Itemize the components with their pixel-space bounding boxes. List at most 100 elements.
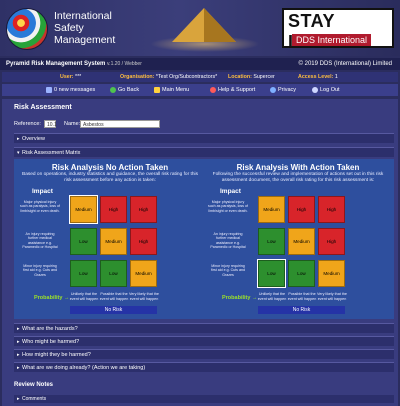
go-back-label: Go Back <box>118 87 140 93</box>
brand-line-3: Management <box>54 34 116 46</box>
chevron-right-icon: ▸ <box>17 326 20 332</box>
hazards-accordion[interactable]: ▸ What are the hazards? <box>14 323 394 333</box>
how-harmed-label: How might they be harmed? <box>22 352 91 358</box>
messages-link[interactable]: 0 new messages <box>46 84 95 96</box>
comments-accordion[interactable]: ▸ Comments <box>14 395 394 403</box>
row-label-minor: Minor injury requiring first aid e.g. Cu… <box>211 264 245 277</box>
matrix-cell-medium: Medium <box>288 228 315 255</box>
matrix-cell-low: Low <box>288 260 315 287</box>
user-field: User: *** <box>60 72 81 82</box>
envelope-icon <box>46 87 52 93</box>
help-support-label: Help & Support <box>218 87 256 93</box>
risk-matrix-accordion[interactable]: ▾ Risk Assessment Matrix <box>14 147 394 157</box>
chevron-right-icon: ▸ <box>17 136 20 142</box>
system-bar: Pyramid Risk Management System v.1.20 / … <box>0 58 400 70</box>
header-banner: International Safety Management STAY LEG… <box>0 0 400 56</box>
matrix-cell-high: High <box>318 228 345 255</box>
copyright-text: © 2019 DDS (International) Limited <box>298 61 392 67</box>
chevron-right-icon: ▸ <box>17 396 20 402</box>
reference-label: Reference: <box>14 121 41 127</box>
shield-icon <box>270 87 276 93</box>
matrix-cell-low: Low <box>70 228 97 255</box>
location-value: Supercer <box>253 74 275 80</box>
overview-label: Overview <box>22 136 45 142</box>
with-action-description: Following the successful review and impl… <box>212 172 384 183</box>
help-support-button[interactable]: Help & Support <box>210 84 255 96</box>
actions-accordion[interactable]: ▸ What are we doing already? (Action we a… <box>14 362 394 372</box>
matrix-cell-high: High <box>100 196 127 223</box>
chevron-down-icon: ▾ <box>17 150 20 156</box>
back-arrow-icon <box>110 87 116 93</box>
col-label-possible: Possible that the event will happen <box>287 292 317 301</box>
overview-accordion[interactable]: ▸ Overview <box>14 133 394 143</box>
main-menu-button[interactable]: Main Menu <box>154 84 189 96</box>
review-notes-title: Review Notes <box>14 382 54 388</box>
who-harmed-label: Who might be harmed? <box>22 339 80 345</box>
logout-icon <box>312 87 318 93</box>
go-back-button[interactable]: Go Back <box>110 84 139 96</box>
row-label-minor: Minor injury requiring first aid e.g. Cu… <box>23 264 57 277</box>
col-label-very-likely: Very likely that the event will happen <box>317 292 347 301</box>
system-name: Pyramid Risk Management System <box>6 61 106 67</box>
brand-title: International Safety Management <box>54 10 115 46</box>
row-label-moderate: An injury requiring further medical assi… <box>22 232 58 249</box>
how-harmed-accordion[interactable]: ▸ How might they be harmed? <box>14 349 394 359</box>
organisation-field: Organisation: *Test Org/Subcontractors* <box>120 72 217 82</box>
privacy-label: Privacy <box>278 87 297 93</box>
stay-legal-text: STAY LEGAL <box>288 11 351 52</box>
logout-button[interactable]: Log Out <box>312 84 340 96</box>
main-content: Risk Assessment Reference: 10.1 Name: As… <box>2 99 398 406</box>
matrix-cell-medium: Medium <box>130 260 157 287</box>
organisation-value: *Test Org/Subcontractors* <box>155 74 218 80</box>
matrix-cell-low: Low <box>100 260 127 287</box>
user-label: User: <box>60 74 74 80</box>
matrix-cell-low: Low <box>258 228 285 255</box>
brand-line-2: Safety <box>54 22 84 34</box>
no-action-description: Based on operations, industry statistics… <box>22 172 198 183</box>
col-label-very-likely: Very likely that the event will happen <box>129 292 159 301</box>
brand-line-1: International <box>54 10 112 22</box>
risk-result-badge: No Risk <box>258 306 345 314</box>
nav-bar: 0 new messages Go Back Main Menu Help & … <box>2 84 398 96</box>
matrix-cell-low: Low <box>70 260 97 287</box>
risk-matrix-label: Risk Assessment Matrix <box>22 150 81 156</box>
reference-input[interactable]: 10.1 <box>44 120 57 128</box>
row-label-major: Major physical injury such as paralysis,… <box>208 200 248 213</box>
chevron-right-icon: ▸ <box>17 339 20 345</box>
col-label-unlikely: Unlikely that the event will happen <box>257 292 287 301</box>
risk-matrix-panel: Risk Analysis No Action Taken Based on o… <box>14 159 394 319</box>
matrix-cell-high: High <box>130 228 157 255</box>
probability-label: Probability → <box>222 295 258 301</box>
page-title: Risk Assessment <box>14 104 72 111</box>
main-menu-label: Main Menu <box>162 87 190 93</box>
user-info-bar: User: *** Organisation: *Test Org/Subcon… <box>2 72 398 82</box>
name-input[interactable]: Asbestos <box>80 120 160 128</box>
no-action-title: Risk Analysis No Action Taken <box>51 163 169 172</box>
logout-label: Log Out <box>320 87 340 93</box>
impact-label: Impact <box>220 188 241 195</box>
access-field: Access Level: 1 <box>298 72 338 82</box>
lifebuoy-icon <box>210 87 216 93</box>
matrix-cell-low: Low <box>257 259 286 288</box>
chevron-right-icon: ▸ <box>17 365 20 371</box>
access-label: Access Level: <box>298 74 334 80</box>
impact-label: Impact <box>32 188 53 195</box>
location-label: Location: <box>228 74 252 80</box>
system-version: v.1.20 / Webber <box>107 61 142 67</box>
user-value: *** <box>75 74 82 80</box>
matrix-cell-high: High <box>318 196 345 223</box>
row-label-moderate: An injury requiring further medical assi… <box>210 232 246 249</box>
organisation-label: Organisation: <box>120 74 155 80</box>
risk-result-badge: No Risk <box>70 306 157 314</box>
matrix-cell-medium: Medium <box>318 260 345 287</box>
matrix-cell-medium: Medium <box>100 228 127 255</box>
globe-flags-icon <box>6 8 48 50</box>
who-harmed-accordion[interactable]: ▸ Who might be harmed? <box>14 336 394 346</box>
privacy-button[interactable]: Privacy <box>270 84 296 96</box>
system-title: Pyramid Risk Management System v.1.20 / … <box>6 58 142 70</box>
menu-icon <box>154 87 160 93</box>
matrix-cell-medium: Medium <box>258 196 285 223</box>
name-label: Name: <box>64 121 81 127</box>
chevron-right-icon: ▸ <box>17 352 20 358</box>
row-label-major: Major physical injury such as paralysis,… <box>20 200 60 213</box>
